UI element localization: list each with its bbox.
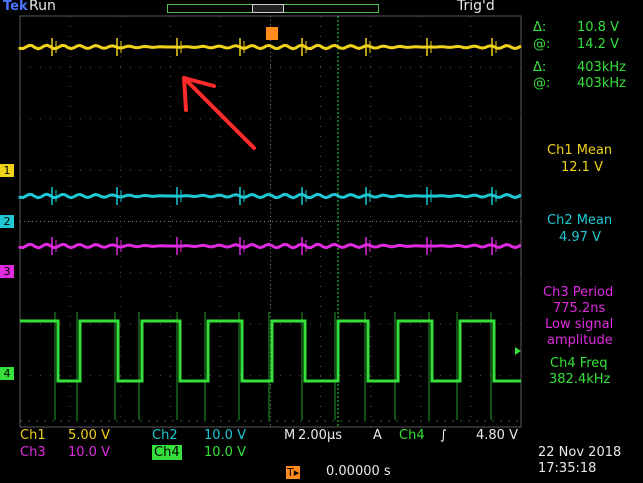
trigger-marker-icon — [266, 27, 278, 40]
ch2-trace — [18, 192, 522, 200]
ch4-freq-value: 382.4kHz — [549, 372, 611, 387]
trigger-level[interactable]: 4.80 V — [476, 428, 518, 443]
delta-v-label: Δ: — [533, 20, 547, 35]
ch3-marker[interactable]: 3 — [0, 265, 14, 278]
trigger-mode: A — [373, 428, 382, 443]
measurement-panel: Δ: 10.8 V @: 14.2 V Δ: 403kHz @: 403kHz … — [525, 0, 643, 430]
date: 22 Nov 2018 — [538, 445, 622, 460]
ch4-label[interactable]: Ch4 — [152, 445, 182, 460]
ch2-mean-value: 4.97 V — [559, 230, 601, 245]
delta-f-label: Δ: — [533, 60, 547, 75]
ch2-label[interactable]: Ch2 — [152, 428, 178, 443]
ch1-mean-value: 12.1 V — [561, 160, 603, 175]
ch2-mean-label: Ch2 Mean — [547, 213, 613, 228]
trigger-slope-icon[interactable]: ∫ — [440, 428, 447, 443]
timebase-label: M — [284, 428, 296, 443]
ch4-trigger-level-marker — [515, 347, 521, 355]
ch3-period-label: Ch3 Period — [543, 285, 614, 300]
timebase-value[interactable]: 2.00µs — [298, 428, 342, 443]
ch1-label[interactable]: Ch1 — [20, 428, 46, 443]
ch4-trace — [20, 319, 521, 383]
ch4-freq-label: Ch4 Freq — [550, 356, 608, 371]
settings-readout: Ch1 5.00 V Ch2 10.0 V M 2.00µs A Ch4 ∫ 4… — [0, 428, 643, 483]
at-f-label: @: — [533, 76, 551, 91]
annotation-arrow-shaft — [182, 76, 256, 150]
at-f-value: 403kHz — [577, 76, 626, 91]
ch1-scale[interactable]: 5.00 V — [68, 428, 110, 443]
ch1-mean-label: Ch1 Mean — [547, 143, 613, 158]
delta-f-value: 403kHz — [577, 60, 626, 75]
brand-logo: Tek — [3, 0, 28, 14]
trigger-position-icon[interactable]: T▸ — [286, 466, 301, 479]
time: 17:35:18 — [538, 461, 597, 476]
acquisition-state: Run — [29, 0, 56, 14]
record-position-bar — [167, 4, 379, 13]
ch3-period-note-1: Low signal — [545, 317, 614, 332]
ch2-scale[interactable]: 10.0 V — [204, 428, 246, 443]
ch3-trace — [18, 242, 522, 250]
at-v-label: @: — [533, 37, 551, 52]
trigger-position-value[interactable]: 0.00000 s — [326, 464, 391, 479]
ch2-marker[interactable]: 2 — [0, 215, 14, 228]
ch3-label[interactable]: Ch3 — [20, 445, 46, 460]
ch3-period-note-2: amplitude — [547, 333, 613, 348]
oscilloscope-screen: Tek Run Trig'd 1 2 3 4 Δ: 10.8 V @: 14.2… — [0, 0, 643, 483]
delta-v-value: 10.8 V — [577, 20, 619, 35]
trigger-source[interactable]: Ch4 — [399, 428, 425, 443]
trigger-status: Trig'd — [457, 0, 495, 14]
record-window-indicator — [252, 4, 284, 13]
ch1-marker[interactable]: 1 — [0, 164, 14, 177]
at-v-value: 14.2 V — [577, 37, 619, 52]
ch3-period-value: 775.2ns — [553, 301, 606, 316]
ch4-marker[interactable]: 4 — [0, 367, 14, 380]
ch3-scale[interactable]: 10.0 V — [68, 445, 110, 460]
ch4-scale[interactable]: 10.0 V — [204, 445, 246, 460]
